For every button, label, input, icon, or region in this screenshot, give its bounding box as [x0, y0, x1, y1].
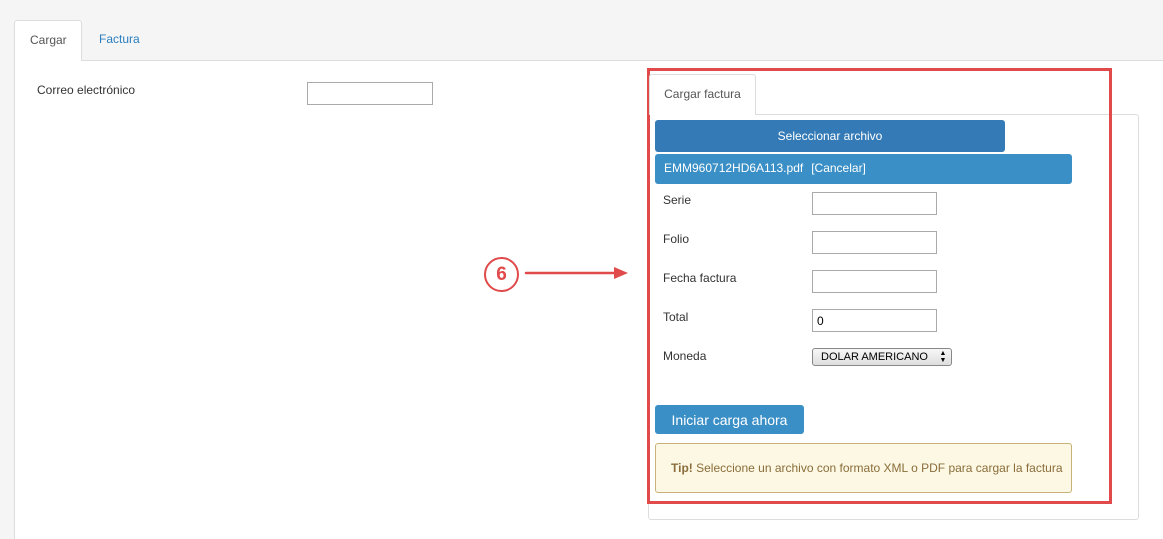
select-arrows-icon: ▲ ▼	[939, 350, 947, 364]
folio-label: Folio	[663, 232, 690, 246]
selected-file-bar: EMM960712HD6A113.pdf [Cancelar]	[655, 154, 1072, 184]
email-input[interactable]	[307, 82, 433, 105]
fecha-factura-label: Fecha factura	[663, 271, 737, 285]
moneda-selected-value: DOLAR AMERICANO	[821, 351, 928, 363]
serie-input[interactable]	[812, 192, 937, 215]
arrow-right-icon	[524, 267, 628, 279]
total-input[interactable]	[812, 309, 937, 332]
folio-input[interactable]	[812, 231, 937, 254]
file-name: EMM960712HD6A113.pdf	[664, 161, 804, 175]
tip-text: Seleccione un archivo con formato XML o …	[692, 461, 1063, 475]
email-label: Correo electrónico	[37, 83, 136, 97]
tip-box: Tip! Seleccione un archivo con formato X…	[655, 443, 1072, 493]
step-number-badge: 6	[484, 257, 519, 292]
total-label: Total	[663, 310, 689, 324]
select-file-button[interactable]: Seleccionar archivo	[655, 120, 1005, 152]
cancel-file-link[interactable]: [Cancelar]	[811, 161, 866, 175]
start-upload-button[interactable]: Iniciar carga ahora	[655, 405, 804, 434]
page: Cargar Factura Correo electrónico Cargar…	[0, 0, 1163, 539]
tab-cargar[interactable]: Cargar	[14, 20, 82, 61]
moneda-label: Moneda	[663, 349, 707, 363]
tab-factura[interactable]: Factura	[84, 20, 155, 59]
tip-strong: Tip!	[671, 461, 693, 475]
serie-label: Serie	[663, 193, 692, 207]
top-tabs: Cargar Factura	[14, 20, 1163, 61]
tab-cargar-factura[interactable]: Cargar factura	[649, 74, 756, 115]
moneda-select[interactable]: DOLAR AMERICANO ▲ ▼	[812, 348, 952, 366]
fecha-factura-input[interactable]	[812, 270, 937, 293]
